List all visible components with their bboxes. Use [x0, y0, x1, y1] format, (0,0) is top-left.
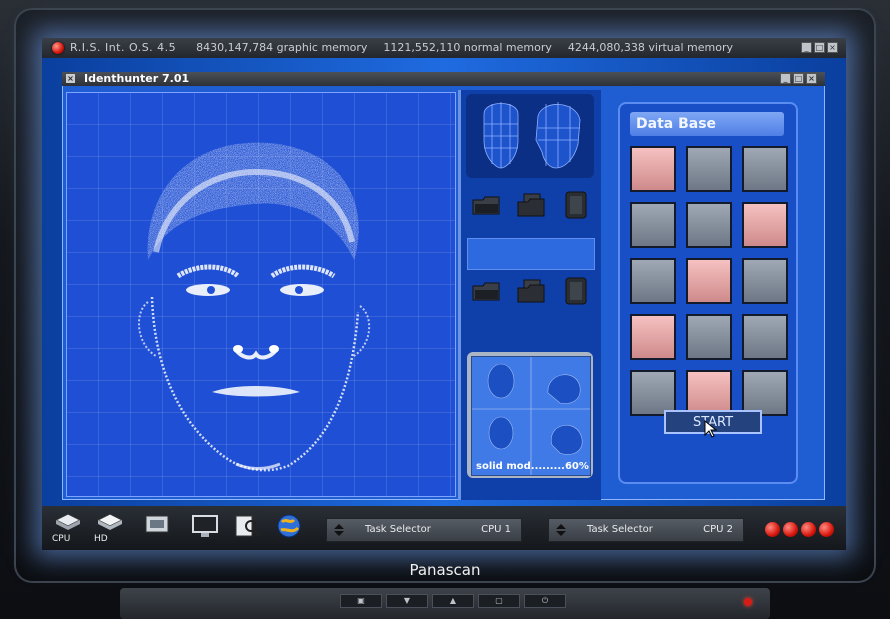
app-close-button-icon[interactable]: ×	[806, 73, 817, 84]
cpu-icon	[54, 513, 82, 530]
mouse-cursor-icon	[704, 420, 718, 438]
folder-save-icon[interactable]	[516, 276, 546, 306]
camera-icon[interactable]	[801, 522, 816, 537]
task-selector-label: Task Selector	[365, 524, 431, 535]
system-title: R.I.S. Int. O.S. 4.5	[70, 41, 177, 54]
virtual-memory-readout: 4244,080,338 virtual memory	[567, 41, 734, 54]
hard-drive-icon	[96, 513, 124, 530]
mouth-thumbnail[interactable]	[742, 314, 788, 360]
app-window-controls: _ □ ×	[780, 73, 817, 84]
app-titlebar[interactable]: × Identhunter 7.01 _ □ ×	[62, 72, 825, 86]
model-progress-label: solid mod.........60%	[476, 461, 589, 472]
folder-save-icon[interactable]	[516, 190, 546, 220]
nose-thumbnail[interactable]	[686, 258, 732, 304]
monitor: R.I.S. Int. O.S. 4.5 8430,147,784 graphi…	[0, 0, 890, 619]
screen: R.I.S. Int. O.S. 4.5 8430,147,784 graphi…	[42, 38, 846, 550]
database-title: Data Base	[630, 112, 784, 136]
globe-button[interactable]	[274, 512, 308, 544]
power-button-icon[interactable]: ⏻	[524, 594, 566, 608]
volume-up-icon[interactable]: ▲	[432, 594, 474, 608]
brand-label: Panascan	[409, 561, 481, 579]
power-led	[744, 598, 752, 606]
app-close-icon[interactable]: ×	[66, 74, 75, 83]
task-selector-cpu1[interactable]: Task Selector CPU 1	[326, 518, 522, 542]
maximize-icon[interactable]: □	[814, 42, 825, 53]
search-icon	[235, 515, 260, 537]
monitor-icon	[192, 515, 218, 537]
cpu-label: CPU	[52, 534, 71, 544]
system-bar: R.I.S. Int. O.S. 4.5 8430,147,784 graphi…	[42, 38, 846, 58]
input-icon[interactable]: ▢	[478, 594, 520, 608]
selector-arrows-icon	[334, 524, 344, 536]
folder-open-icon[interactable]	[471, 276, 501, 306]
tool-row-top	[471, 190, 591, 220]
network-button[interactable]	[142, 512, 176, 544]
system-window-controls: _ □ ×	[801, 42, 838, 53]
tool-row-bottom	[471, 276, 591, 306]
feature-grid	[630, 146, 788, 416]
face-canvas[interactable]	[66, 92, 456, 497]
head-wireframe-icon	[483, 102, 581, 169]
model-preview[interactable]: solid mod.........60%	[467, 352, 593, 478]
monitor-stand: ▣ ▼ ▲ ▢ ⏻	[120, 588, 770, 619]
volume-down-icon[interactable]: ▼	[386, 594, 428, 608]
cpu-button[interactable]: CPU	[52, 512, 86, 544]
eyes-thumbnail[interactable]	[630, 202, 676, 248]
minimize-icon[interactable]: _	[801, 42, 812, 53]
app-title: Identhunter 7.01	[84, 72, 190, 85]
control-buttons	[765, 522, 834, 537]
tools-panel: solid mod.........60%	[458, 90, 601, 500]
document-icon[interactable]	[561, 276, 591, 306]
task-selector-cpu: CPU 1	[481, 524, 511, 535]
power-icon[interactable]	[819, 522, 834, 537]
document-icon[interactable]	[561, 190, 591, 220]
eyes-thumbnail[interactable]	[742, 202, 788, 248]
network-icon	[145, 515, 169, 533]
globe-icon	[277, 514, 301, 538]
face-shape-thumbnail[interactable]	[630, 146, 676, 192]
model-viewports: solid mod.........60%	[471, 356, 591, 476]
graphic-memory-readout: 8430,147,784 graphic memory	[196, 41, 368, 54]
nose-thumbnail[interactable]	[742, 258, 788, 304]
task-selector-cpu: CPU 2	[703, 524, 733, 535]
task-selector-cpu2[interactable]: Task Selector CPU 2	[548, 518, 744, 542]
hd-label: HD	[94, 534, 108, 544]
selector-arrows-icon	[556, 524, 566, 536]
search-files-button[interactable]	[232, 512, 266, 544]
mouth-thumbnail[interactable]	[630, 314, 676, 360]
app-minimize-icon[interactable]: _	[780, 73, 791, 84]
close-icon[interactable]: ×	[827, 42, 838, 53]
app-window: × Identhunter 7.01 _ □ × solid mod......…	[62, 72, 825, 500]
display-button[interactable]	[190, 512, 224, 544]
selection-slot[interactable]	[467, 238, 595, 270]
head-preview	[466, 94, 594, 178]
nose-thumbnail[interactable]	[630, 258, 676, 304]
head-model-icon	[472, 357, 590, 475]
face-shape-thumbnail[interactable]	[686, 146, 732, 192]
face-sketch	[137, 142, 371, 472]
normal-memory-readout: 1121,552,110 normal memory	[383, 41, 552, 54]
app-maximize-icon[interactable]: □	[793, 73, 804, 84]
taskbar: CPU HD Task Selector CPU 1 Task Selector…	[42, 506, 846, 550]
task-selector-label: Task Selector	[587, 524, 653, 535]
eyes-thumbnail[interactable]	[686, 202, 732, 248]
mouth-thumbnail[interactable]	[686, 314, 732, 360]
alarm-icon[interactable]	[765, 522, 780, 537]
system-menu-icon[interactable]	[52, 42, 64, 54]
menu-icon[interactable]: ▣	[340, 594, 382, 608]
desktop: × Identhunter 7.01 _ □ × solid mod......…	[42, 58, 846, 506]
database-panel: Data Base START	[618, 102, 798, 484]
volume-icon[interactable]	[783, 522, 798, 537]
folder-open-icon[interactable]	[471, 190, 501, 220]
hd-button[interactable]: HD	[94, 512, 128, 544]
face-shape-thumbnail[interactable]	[742, 146, 788, 192]
